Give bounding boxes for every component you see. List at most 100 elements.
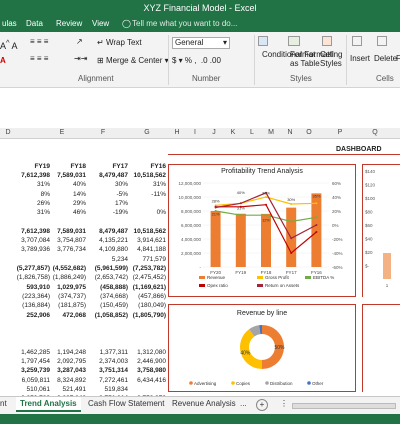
add-sheet-button[interactable]: + (256, 399, 268, 411)
table-cell[interactable]: (457,866) (126, 293, 166, 300)
col-header[interactable]: G (141, 129, 153, 136)
table-cell[interactable]: 1,029,975 (46, 284, 86, 291)
number-format-select[interactable]: General ▾ (172, 37, 230, 49)
col-header[interactable]: L (246, 129, 258, 136)
table-cell[interactable]: 3,707,084 (10, 237, 50, 244)
profitability-chart-panel[interactable]: Profitability Trend Analysis 12,000,000 1… (168, 164, 356, 297)
table-cell[interactable]: (1,886,249) (46, 274, 86, 281)
col-header[interactable]: I (189, 129, 201, 136)
col-header[interactable]: P (334, 129, 346, 136)
col-header[interactable]: H (171, 129, 183, 136)
table-cell[interactable]: (181,875) (46, 302, 86, 309)
table-cell[interactable]: 3,758,980 (126, 367, 166, 374)
cell-styles-button[interactable]: Cell Styles (320, 50, 348, 68)
table-cell[interactable]: 3,754,807 (46, 237, 86, 244)
table-cell[interactable]: (1,826,758) (10, 274, 50, 281)
table-cell[interactable]: 26% (10, 200, 50, 207)
table-cell[interactable]: (5,277,857) (10, 265, 50, 272)
align-left-icon[interactable]: ≡ ≡ ≡ (30, 54, 48, 63)
table-cell[interactable]: (374,737) (46, 293, 86, 300)
table-cell[interactable]: 2,092,795 (46, 358, 86, 365)
table-cell[interactable]: 4,135,221 (88, 237, 128, 244)
table-cell[interactable]: 1,194,248 (46, 349, 86, 356)
table-cell[interactable]: FY19 (10, 163, 50, 170)
table-cell[interactable]: 8% (10, 191, 50, 198)
table-cell[interactable]: 7,612,398 (10, 172, 50, 179)
table-cell[interactable]: (136,884) (10, 302, 50, 309)
col-header[interactable]: K (227, 129, 239, 136)
table-cell[interactable]: 7,272,461 (88, 377, 128, 384)
tab-data[interactable]: Data (26, 19, 43, 28)
table-cell[interactable]: 2,446,900 (126, 358, 166, 365)
table-cell[interactable]: 0% (126, 209, 166, 216)
table-cell[interactable]: (1,805,790) (126, 312, 166, 319)
table-cell[interactable]: 40% (46, 181, 86, 188)
table-cell[interactable]: 3,751,314 (88, 367, 128, 374)
table-cell[interactable]: 29% (46, 200, 86, 207)
table-cell[interactable]: 519,834 (88, 386, 129, 393)
table-cell[interactable]: 4,109,880 (88, 246, 128, 253)
col-header[interactable]: D (2, 129, 14, 136)
table-cell[interactable]: 3,914,621 (126, 237, 166, 244)
table-cell[interactable]: -19% (88, 209, 128, 216)
wrap-text-button[interactable]: ↵ Wrap Text (97, 38, 142, 47)
table-cell[interactable]: 6,434,416 (126, 377, 166, 384)
table-cell[interactable]: 252,906 (10, 312, 51, 319)
right-chart-panel[interactable]: $140 $120 $100 $80 $60 $40 $20 $- 1 (362, 164, 400, 297)
table-cell[interactable]: 10,518,562 (126, 228, 166, 235)
table-cell[interactable]: (1,169,621) (126, 284, 166, 291)
table-cell[interactable]: 3,789,936 (10, 246, 50, 253)
table-cell[interactable]: 7,589,031 (46, 228, 86, 235)
col-header[interactable]: N (284, 129, 296, 136)
table-cell[interactable]: 521,491 (46, 386, 87, 393)
table-cell[interactable]: 1,312,080 (126, 349, 166, 356)
delete-button[interactable]: Delete (374, 54, 397, 63)
align-top-icon[interactable]: ≡ ≡ ≡ (30, 37, 48, 46)
table-cell[interactable]: 1,377,311 (88, 349, 128, 356)
tab-review[interactable]: Review (56, 19, 82, 28)
tell-me-box[interactable]: Tell me what you want to do... (132, 19, 237, 28)
table-cell[interactable]: 472,068 (46, 312, 87, 319)
col-header[interactable]: J (208, 129, 220, 136)
horizontal-scrollbar[interactable] (292, 403, 396, 409)
table-cell[interactable]: 31% (10, 181, 50, 188)
table-cell[interactable]: 6,059,811 (10, 377, 50, 384)
table-cell[interactable]: 5,234 (88, 256, 128, 263)
col-header[interactable]: M (265, 129, 277, 136)
table-cell[interactable]: 593,910 (10, 284, 51, 291)
table-cell[interactable]: 8,479,487 (88, 228, 128, 235)
table-cell[interactable]: FY16 (126, 163, 166, 170)
table-cell[interactable]: 771,579 (126, 256, 167, 263)
currency-icon[interactable]: $ ▾ % , .0 .00 (172, 56, 221, 65)
table-cell[interactable]: 7,589,031 (46, 172, 86, 179)
table-cell[interactable]: FY17 (88, 163, 128, 170)
font-size-up-icon[interactable]: A^ A (0, 38, 18, 51)
insert-button[interactable]: Insert (350, 54, 370, 63)
options-icon[interactable]: ⋮ (280, 399, 288, 408)
table-cell[interactable]: (374,668) (88, 293, 128, 300)
format-as-table-button[interactable]: Format as Table (290, 50, 322, 68)
table-cell[interactable]: (180,049) (126, 302, 166, 309)
table-cell[interactable]: (458,888) (88, 284, 128, 291)
sheet-tab-trend-analysis[interactable]: Trend Analysis (16, 397, 81, 412)
table-cell[interactable]: 510,061 (10, 386, 51, 393)
table-cell[interactable]: (150,459) (88, 302, 128, 309)
table-cell[interactable]: 1,797,454 (10, 358, 50, 365)
sheet-tab-revenue-analysis[interactable]: Revenue Analysis (172, 399, 236, 408)
table-cell[interactable]: 30% (88, 181, 128, 188)
merge-center-button[interactable]: ⊞ Merge & Center ▾ (97, 56, 169, 65)
orientation-icon[interactable]: ↗ (76, 37, 83, 46)
table-cell[interactable]: (2,475,452) (126, 274, 166, 281)
table-cell[interactable]: 2,374,003 (88, 358, 128, 365)
table-cell[interactable]: 8,479,487 (88, 172, 128, 179)
col-header[interactable]: O (303, 129, 315, 136)
format-button[interactable]: F (396, 54, 400, 63)
table-cell[interactable]: (7,253,782) (126, 265, 166, 272)
table-cell[interactable]: 10,518,562 (126, 172, 166, 179)
table-cell[interactable]: 3,259,739 (10, 367, 50, 374)
table-cell[interactable]: 3,776,734 (46, 246, 86, 253)
tab-formulas[interactable]: ulas (2, 19, 17, 28)
table-cell[interactable]: 1,462,285 (10, 349, 50, 356)
col-header[interactable]: E (56, 129, 68, 136)
table-cell[interactable]: 14% (46, 191, 86, 198)
